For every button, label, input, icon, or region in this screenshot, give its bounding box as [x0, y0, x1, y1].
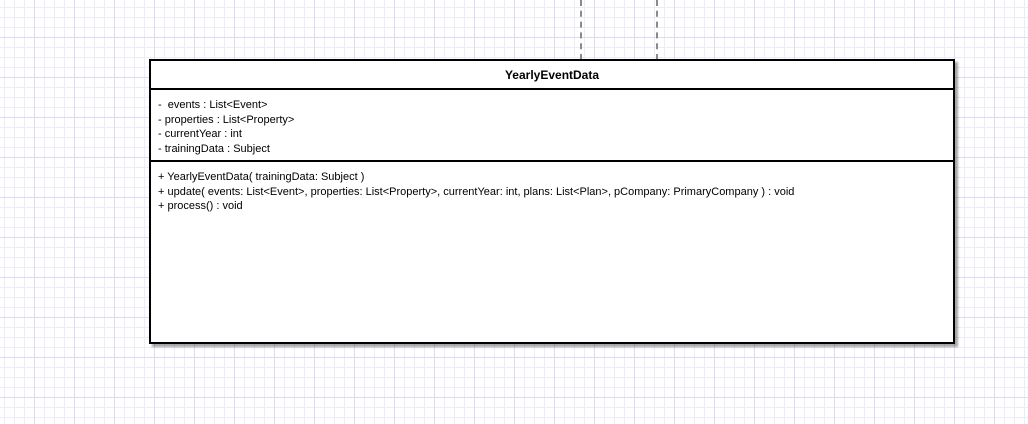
- attributes-compartment: - events : List<Event> - properties : Li…: [151, 90, 953, 162]
- attribute-item: - trainingData : Subject: [158, 142, 270, 155]
- diagram-canvas: YearlyEventData - events : List<Event> -…: [0, 0, 1028, 424]
- operations-compartment: + YearlyEventData( trainingData: Subject…: [151, 162, 953, 214]
- class-name: YearlyEventData: [151, 61, 953, 90]
- uml-class-box[interactable]: YearlyEventData - events : List<Event> -…: [149, 59, 955, 344]
- operation-item: + process() : void: [158, 200, 243, 212]
- attribute-item: - events : List<Event>: [158, 99, 268, 111]
- attribute-item: - currentYear : int: [158, 128, 242, 140]
- operation-item: + YearlyEventData( trainingData: Subject…: [158, 171, 365, 183]
- attribute-item: - properties : List<Property>: [158, 113, 295, 126]
- dashed-connector[interactable]: [656, 0, 658, 60]
- dashed-connector[interactable]: [580, 0, 582, 60]
- operation-item: + update( events: List<Event>, propertie…: [158, 185, 795, 198]
